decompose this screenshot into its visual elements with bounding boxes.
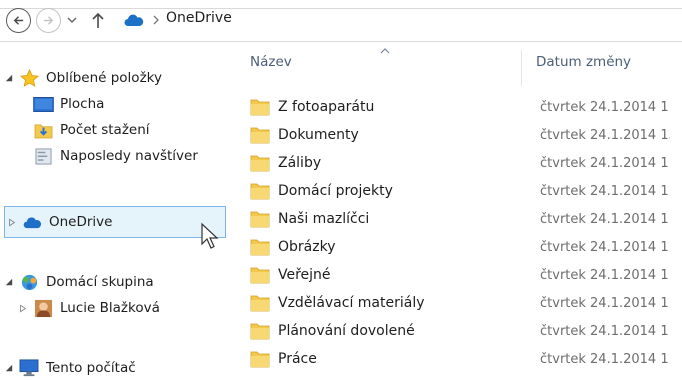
nav-onedrive-label: OneDrive (49, 214, 113, 230)
expanded-triangle-icon[interactable] (4, 363, 14, 373)
folder-icon (250, 155, 270, 172)
file-date: čtvrtek 24.1.2014 11: (540, 155, 670, 171)
file-row[interactable]: Záliby čtvrtek 24.1.2014 11: (250, 150, 682, 176)
folder-icon (250, 351, 270, 368)
file-row[interactable]: Obrázky čtvrtek 24.1.2014 11: (250, 234, 682, 260)
recent-places-icon (32, 146, 54, 166)
star-icon (18, 68, 40, 88)
breadcrumb-chevron-icon[interactable] (152, 15, 160, 25)
folder-icon (250, 183, 270, 200)
nav-item-label: Počet stažení (60, 122, 150, 138)
column-divider[interactable] (521, 50, 522, 86)
homegroup-icon (18, 272, 40, 292)
address-bar: OneDrive (0, 0, 682, 44)
file-row[interactable]: Práce čtvrtek 24.1.2014 11: (250, 346, 682, 372)
file-name: Záliby (278, 155, 322, 171)
file-row[interactable]: Naši mazlíčci čtvrtek 24.1.2014 11: (250, 206, 682, 232)
nav-item-label: Plocha (60, 96, 105, 112)
folder-icon (250, 127, 270, 144)
file-row[interactable]: Plánování dovolené čtvrtek 24.1.2014 11: (250, 318, 682, 344)
folder-icon (250, 295, 270, 312)
file-row[interactable]: Domácí projekty čtvrtek 24.1.2014 11: (250, 178, 682, 204)
nav-homegroup-label: Domácí skupina (46, 274, 154, 290)
file-name: Obrázky (278, 239, 336, 255)
up-button[interactable] (91, 11, 105, 29)
onedrive-cloud-icon (124, 14, 144, 26)
computer-icon (18, 358, 40, 378)
file-name: Domácí projekty (278, 183, 393, 199)
breadcrumb-onedrive[interactable]: OneDrive (166, 10, 232, 26)
nav-homegroup-user[interactable]: Lucie Blažková (0, 292, 232, 324)
file-name: Z fotoaparátu (278, 99, 375, 115)
file-name: Vzdělávací materiály (278, 295, 425, 311)
file-row[interactable]: Dokumenty čtvrtek 24.1.2014 13: (250, 122, 682, 148)
navigation-pane: Oblíbené položky Plocha Počet stažení Na… (0, 44, 232, 380)
column-header-date[interactable]: Datum změny (536, 54, 631, 70)
desktop-icon (32, 94, 54, 114)
onedrive-cloud-icon (21, 212, 43, 232)
arrow-right-icon (43, 16, 54, 25)
file-date: čtvrtek 24.1.2014 11: (540, 351, 670, 367)
mouse-cursor-icon (201, 222, 219, 249)
user-avatar-icon (32, 298, 54, 318)
nav-this-pc-label: Tento počítač (46, 360, 136, 376)
arrow-left-icon (13, 16, 24, 25)
file-row[interactable]: Vzdělávací materiály čtvrtek 24.1.2014 1… (250, 290, 682, 316)
file-date: čtvrtek 24.1.2014 11: (540, 99, 670, 115)
sort-ascending-icon (380, 48, 390, 54)
file-name: Naši mazlíčci (278, 211, 370, 227)
folder-icon (250, 211, 270, 228)
forward-button[interactable] (36, 8, 61, 33)
expanded-triangle-icon[interactable] (4, 277, 14, 287)
file-row[interactable]: Veřejné čtvrtek 24.1.2014 11: (250, 262, 682, 288)
collapsed-triangle-icon[interactable] (18, 303, 28, 313)
file-list: Název Datum změny Z fotoaparátu čtvrtek … (232, 44, 682, 380)
file-name: Práce (278, 351, 317, 367)
nav-item-label: Naposledy navštíver (60, 148, 198, 164)
file-date: čtvrtek 24.1.2014 11: (540, 323, 670, 339)
downloads-folder-icon (32, 120, 54, 140)
file-name: Plánování dovolené (278, 323, 415, 339)
nav-homegroup-user-label: Lucie Blažková (60, 300, 160, 316)
file-date: čtvrtek 24.1.2014 11: (540, 239, 670, 255)
file-date: čtvrtek 24.1.2014 11: (540, 183, 670, 199)
file-row[interactable]: Z fotoaparátu čtvrtek 24.1.2014 11: (250, 94, 682, 120)
file-date: čtvrtek 24.1.2014 13: (540, 127, 670, 143)
nav-item-recent-places[interactable]: Naposledy navštíver (0, 140, 232, 172)
folder-icon (250, 323, 270, 340)
file-date: čtvrtek 24.1.2014 11: (540, 211, 670, 227)
nav-onedrive[interactable]: OneDrive (4, 206, 226, 238)
folder-icon (250, 267, 270, 284)
column-header-name[interactable]: Název (250, 54, 292, 70)
recent-locations-dropdown[interactable] (67, 16, 77, 24)
file-date: čtvrtek 24.1.2014 11: (540, 267, 670, 283)
expanded-triangle-icon[interactable] (4, 73, 14, 83)
nav-this-pc[interactable]: Tento počítač (0, 352, 232, 380)
file-name: Dokumenty (278, 127, 359, 143)
collapsed-triangle-icon[interactable] (7, 217, 17, 227)
back-button[interactable] (6, 8, 31, 33)
nav-favorites-label: Oblíbené položky (46, 70, 162, 86)
file-name: Veřejné (278, 267, 331, 283)
file-date: čtvrtek 24.1.2014 11: (540, 295, 670, 311)
folder-icon (250, 239, 270, 256)
folder-icon (250, 99, 270, 116)
